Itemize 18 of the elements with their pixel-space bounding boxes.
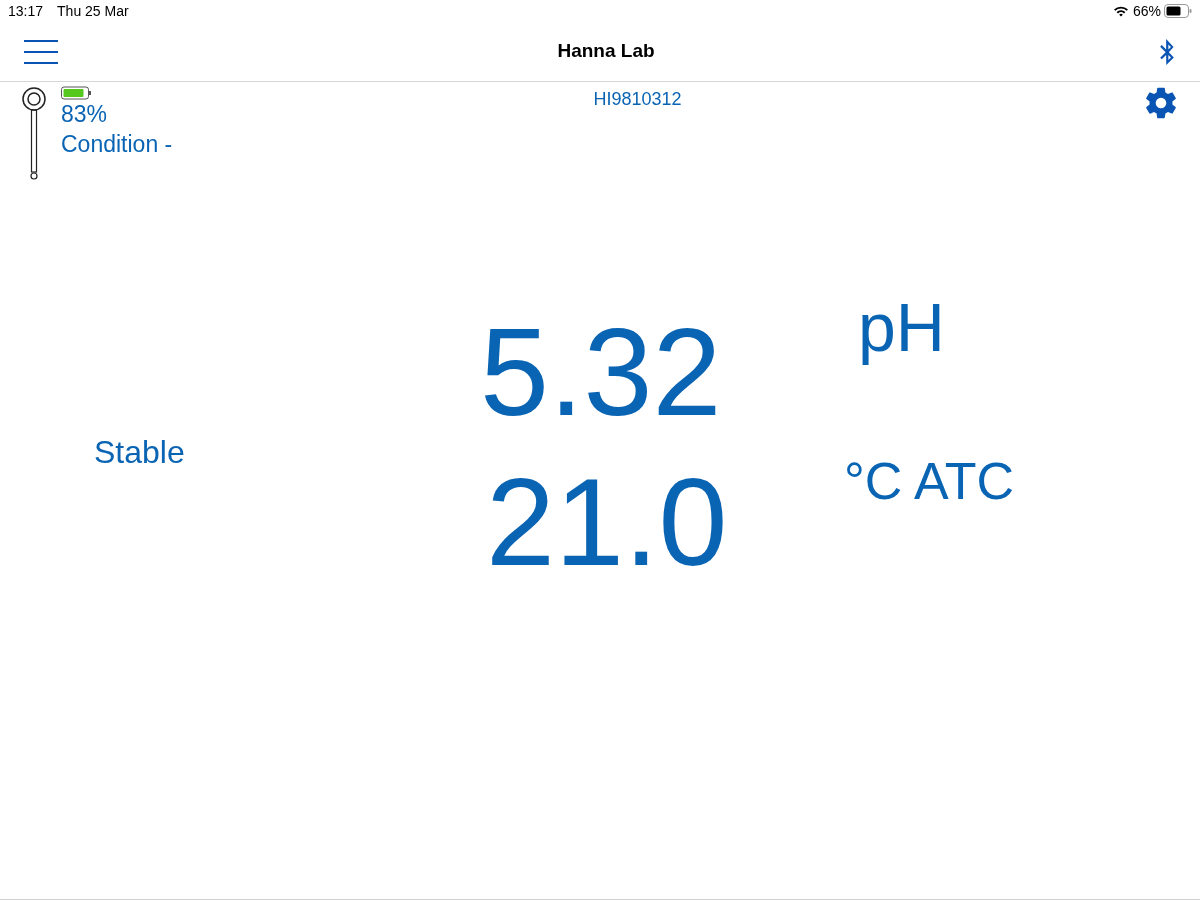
battery-icon: [61, 86, 92, 100]
reading-value: 21.0: [485, 452, 729, 592]
status-time: 13:17: [8, 1, 44, 21]
device-serial: HI9810312: [593, 88, 682, 111]
nav-title: Hanna Lab: [557, 39, 655, 64]
battery-percentage: 66%: [1132, 1, 1161, 21]
reading-unit: °C ATC: [844, 451, 1015, 512]
settings-icon[interactable]: [1144, 86, 1178, 120]
status-date: Thu 25 Mar: [57, 1, 129, 21]
wifi-icon: [1112, 5, 1129, 17]
battery-icon: [1164, 4, 1192, 18]
probe-condition: Condition -: [61, 130, 174, 159]
reading-unit: pH: [858, 288, 945, 367]
menu-button[interactable]: [24, 37, 58, 66]
probe-battery: 83%: [61, 100, 109, 128]
reading-value: 5.32: [480, 302, 723, 442]
stability-status: Stable: [94, 434, 185, 470]
probe-icon: [20, 86, 48, 182]
